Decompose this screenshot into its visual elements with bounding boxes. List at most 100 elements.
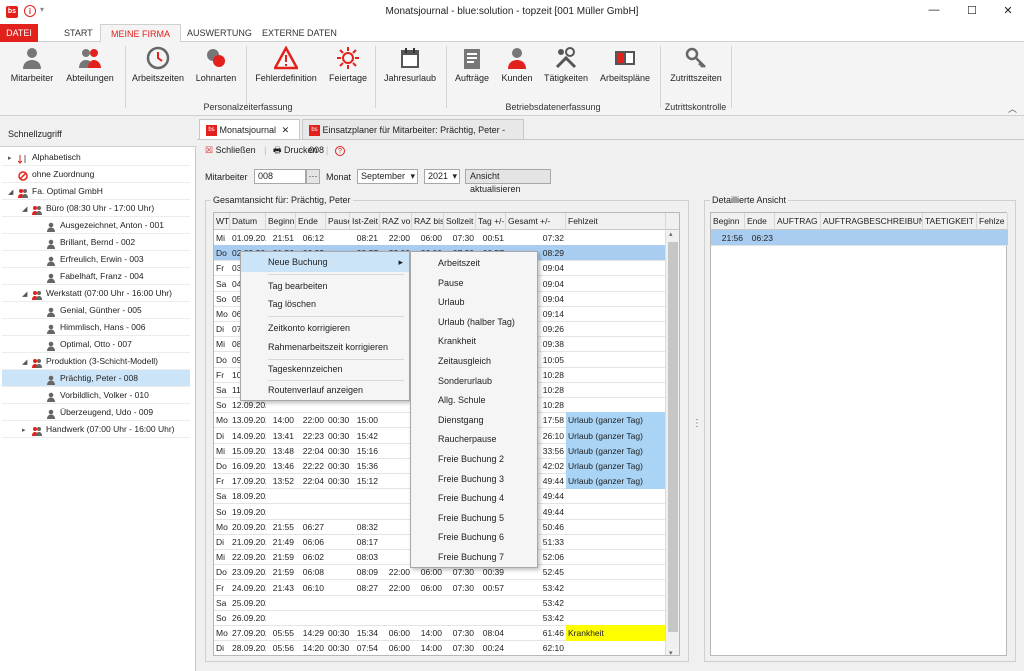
ribbon-fehlerdefinition-button[interactable]: Fehlerdefinition (250, 46, 322, 98)
ribbon-taetigkeiten-button[interactable]: Tätigkeiten (541, 46, 591, 98)
splitter-handle[interactable]: ⋮ (692, 418, 702, 429)
submenu-item[interactable]: Freie Buchung 3 (411, 469, 504, 489)
tab-einsatzplaner[interactable]: bs Einsatzplaner für Mitarbeiter: Prächt… (302, 119, 524, 155)
column-header[interactable]: Ende (745, 213, 775, 230)
submenu-item[interactable]: Arbeitszeit (411, 253, 480, 273)
tab-datei[interactable]: DATEI (0, 24, 38, 42)
expander-icon[interactable]: ◢ (22, 354, 32, 371)
close-tab-icon[interactable]: ✕ (282, 125, 290, 135)
ribbon-kunden-button[interactable]: Kunden (497, 46, 537, 98)
column-header[interactable]: Pause (326, 213, 350, 230)
tree-item[interactable]: Fabelhaft, Franz - 004 (2, 268, 190, 285)
tree-item[interactable]: ▸ Alphabetisch (2, 149, 190, 166)
scroll-thumb[interactable] (668, 242, 678, 632)
expander-icon[interactable]: ◢ (8, 184, 18, 201)
column-header[interactable]: Ende (296, 213, 326, 230)
submenu-item[interactable]: Krankheit (411, 331, 476, 351)
tree-item[interactable]: ◢ Büro (08:30 Uhr - 17:00 Uhr) (2, 200, 190, 217)
table-row[interactable]: Sa 25.09.2021 53:42 (214, 595, 666, 611)
submenu-item[interactable]: Freie Buchung 2 (411, 449, 504, 469)
minimize-button[interactable]: — (924, 4, 944, 20)
jahr-select[interactable]: 2021 ▾ (424, 169, 460, 184)
ribbon-arbeitsplaene-button[interactable]: Arbeitspläne (596, 46, 654, 98)
tree-item[interactable]: ▸ Handwerk (07:00 Uhr - 16:00 Uhr) (2, 421, 190, 438)
tab-auswertung[interactable]: AUSWERTUNG (177, 24, 262, 42)
ribbon-mitarbeiter-button[interactable]: Mitarbeiter (6, 46, 58, 98)
scroll-up-icon[interactable]: ▴ (669, 230, 673, 238)
column-header[interactable]: TAETIGKEIT (923, 213, 977, 230)
submenu-item[interactable]: Urlaub (411, 292, 465, 312)
ribbon-auftraege-button[interactable]: Aufträge (452, 46, 492, 98)
expander-icon[interactable]: ▸ (8, 150, 18, 167)
table-row[interactable]: Mo 27.09.2021 05:55 14:29 00:30 15:34 06:00 14:… (214, 625, 666, 642)
tree-item[interactable]: ◢ Fa. Optimal GmbH (2, 183, 190, 200)
tab-monatsjournal[interactable]: bs Monatsjournal ✕ (199, 119, 300, 139)
tree-item[interactable]: Erfreulich, Erwin - 003 (2, 251, 190, 268)
help-icon[interactable]: ? (334, 146, 345, 156)
close-window-button[interactable]: ✕ (998, 4, 1018, 20)
column-header[interactable]: RAZ bis (412, 213, 444, 230)
tree-item[interactable]: Brillant, Bernd - 002 (2, 234, 190, 251)
close-doc-button[interactable]: ☒ Schließen (205, 145, 256, 155)
expander-icon[interactable]: ▸ (22, 422, 32, 439)
submenu-item[interactable]: Urlaub (halber Tag) (411, 312, 515, 332)
column-header[interactable]: Gesamt +/- (506, 213, 566, 230)
expander-icon[interactable]: ◢ (22, 286, 32, 303)
tree-item[interactable]: Optimal, Otto - 007 (2, 336, 190, 353)
ribbon-arbeitszeiten-button[interactable]: Arbeitszeiten (130, 46, 186, 98)
scroll-down-icon[interactable]: ▾ (669, 649, 673, 655)
tree-item[interactable]: ohne Zuordnung (2, 166, 190, 183)
print-button[interactable]: 🖶 Drucken (273, 145, 318, 155)
ribbon-lohnarten-button[interactable]: Lohnarten (192, 46, 240, 98)
column-header[interactable]: Fehlzeit (566, 213, 666, 230)
ribbon-jahresurlaub-button[interactable]: Jahresurlaub (381, 46, 439, 98)
column-header[interactable]: Beginn (711, 213, 745, 230)
submenu-item[interactable]: Raucherpause (411, 429, 497, 449)
column-header[interactable]: RAZ von (380, 213, 412, 230)
table-row[interactable]: So 26.09.2021 53:42 (214, 610, 666, 626)
menu-rahmenarbeitszeit-korrigieren[interactable]: Rahmenarbeitszeit korrigieren (241, 337, 388, 357)
column-header[interactable]: Tag +/- (476, 213, 506, 230)
tree-item[interactable]: Überzeugend, Udo - 009 (2, 404, 190, 421)
maximize-button[interactable]: ☐ (962, 4, 982, 20)
menu-tag-bearbeiten[interactable]: Tag bearbeiten (241, 276, 328, 296)
collapse-ribbon-icon[interactable]: ︿ (1008, 102, 1017, 115)
expander-icon[interactable]: ◢ (22, 201, 32, 218)
column-header[interactable]: WT (214, 213, 230, 230)
menu-zeitkonto-korrigieren[interactable]: Zeitkonto korrigieren (241, 318, 350, 338)
tree-item[interactable]: ◢ Produktion (3-Schicht-Modell) (2, 353, 190, 370)
submenu-item[interactable]: Freie Buchung 5 (411, 508, 504, 528)
submenu-item[interactable]: Pause (411, 273, 464, 293)
table-row[interactable]: Mi 01.09.2021 21:51 06:12 08:21 22:00 06:00 07:… (214, 230, 666, 246)
menu-neue-buchung[interactable]: Neue Buchung ▸ (241, 252, 409, 272)
column-header[interactable]: AUFTRAGBESCHREIBUNG (821, 213, 923, 230)
submenu-item[interactable]: Sonderurlaub (411, 371, 492, 391)
menu-routenverlauf-anzeigen[interactable]: Routenverlauf anzeigen (241, 380, 363, 400)
ansicht-aktualisieren-button[interactable]: Ansicht aktualisieren (465, 169, 551, 194)
tree-item[interactable]: Vorbildlich, Volker - 010 (2, 387, 190, 404)
column-header[interactable]: AUFTRAG (775, 213, 821, 230)
mitarbeiter-picker-button[interactable]: ··· (306, 169, 320, 184)
column-header[interactable]: Beginn (266, 213, 296, 230)
detail-row[interactable]: 21:56 06:23 (711, 230, 1008, 246)
tree-item[interactable]: Genial, Günther - 005 (2, 302, 190, 319)
tree-item[interactable]: ◢ Werkstatt (07:00 Uhr - 16:00 Uhr) (2, 285, 190, 302)
submenu-item[interactable]: Freie Buchung 6 (411, 527, 504, 547)
menu-tageskennzeichen[interactable]: Tageskennzeichen (241, 359, 343, 379)
ribbon-abteilungen-button[interactable]: Abteilungen (62, 46, 118, 98)
tree-item[interactable]: Ausgezeichnet, Anton - 001 (2, 217, 190, 234)
tree-item[interactable]: Prächtig, Peter - 008 (2, 370, 190, 387)
column-header[interactable]: Sollzeit (444, 213, 476, 230)
submenu-item[interactable]: Freie Buchung 7 (411, 547, 504, 567)
submenu-item[interactable]: Zeitausgleich (411, 351, 491, 371)
tab-start[interactable]: START (54, 24, 103, 42)
monat-select[interactable]: September ▾ (357, 169, 418, 184)
mitarbeiter-input[interactable]: 008 (254, 169, 306, 184)
table-row[interactable]: Di 28.09.2021 05:56 14:20 00:30 07:54 06:00 14:… (214, 640, 666, 655)
ribbon-feiertage-button[interactable]: Feiertage (326, 46, 370, 98)
menu-tag-loeschen[interactable]: Tag löschen (241, 294, 316, 314)
submenu-item[interactable]: Freie Buchung 4 (411, 488, 504, 508)
table-row[interactable]: Fr 24.09.2021 21:43 06:10 08:27 22:00 06:00 07:… (214, 580, 666, 596)
column-header[interactable]: Ist-Zeit (350, 213, 380, 230)
tab-externe-daten[interactable]: EXTERNE DATEN (252, 24, 347, 42)
